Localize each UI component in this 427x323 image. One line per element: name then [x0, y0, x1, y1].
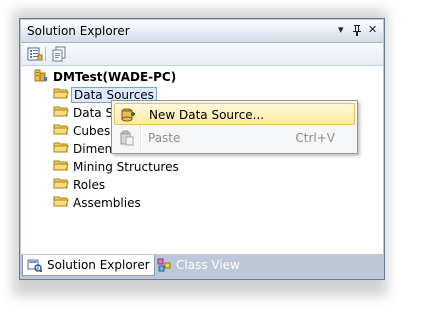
- folder-icon: [53, 103, 69, 122]
- tree-item[interactable]: Cubes: [53, 122, 110, 139]
- show-all-files-icon[interactable]: [51, 46, 67, 62]
- tree-item-label: Mining Structures: [73, 159, 179, 174]
- tab-solution-explorer[interactable]: Solution Explorer: [22, 255, 155, 276]
- tree-item[interactable]: Roles: [53, 176, 105, 193]
- tree-item[interactable]: Mining Structures: [53, 158, 179, 175]
- solution-explorer-icon: [27, 257, 43, 273]
- window-title: Solution Explorer: [27, 24, 130, 38]
- tree-root-label: DMTest(WADE-PC): [53, 69, 177, 84]
- class-view-icon: [156, 257, 172, 273]
- folder-icon: [53, 175, 69, 194]
- tab-solution-explorer-label: Solution Explorer: [47, 258, 150, 272]
- pin-icon[interactable]: [352, 24, 362, 40]
- folder-icon: [53, 139, 69, 158]
- paste-icon: [119, 130, 135, 146]
- title-bar[interactable]: Solution Explorer ▾ ✕: [21, 20, 383, 43]
- menu-item-new-data-source[interactable]: New Data Source...: [114, 103, 355, 125]
- menu-item-paste-label: Paste: [148, 131, 181, 145]
- menu-item-new-data-source-label: New Data Source...: [149, 108, 265, 122]
- close-icon[interactable]: ✕: [368, 24, 377, 36]
- folder-icon: [53, 157, 69, 176]
- tab-class-view-label: Class View: [176, 258, 240, 272]
- bottom-tab-strip: Solution Explorer Class View: [21, 255, 383, 278]
- menu-item-paste-shortcut: Ctrl+V: [295, 131, 335, 145]
- toolbar: [21, 43, 383, 66]
- dropdown-icon[interactable]: ▾: [338, 24, 344, 36]
- tab-class-view[interactable]: Class View: [152, 255, 244, 275]
- folder-icon: [53, 193, 69, 212]
- context-menu: New Data Source... Paste Ctrl+V: [111, 100, 358, 154]
- properties-icon[interactable]: [27, 46, 43, 62]
- tree-item-label: Cubes: [73, 123, 111, 138]
- tree-root[interactable]: DMTest(WADE-PC): [33, 68, 176, 85]
- tree-item[interactable]: Assemblies: [53, 194, 141, 211]
- tree-item-label: Roles: [73, 177, 106, 192]
- folder-icon: [53, 85, 69, 104]
- menu-item-paste[interactable]: Paste Ctrl+V: [114, 127, 355, 149]
- project-icon: [33, 67, 49, 86]
- new-data-source-icon: [120, 107, 136, 123]
- solution-tree: DMTest(WADE-PC) Data SourcesData Source …: [21, 66, 383, 254]
- folder-icon: [53, 121, 69, 140]
- toolbar-separator: [45, 47, 46, 61]
- tree-item-label: Assemblies: [73, 195, 141, 210]
